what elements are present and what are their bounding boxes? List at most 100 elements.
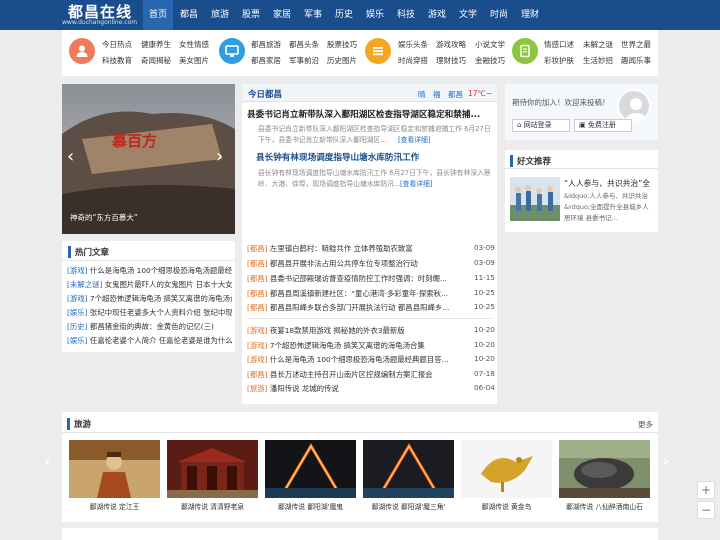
news-date: 03-09 [474,243,495,252]
minus-icon[interactable]: − [697,501,715,519]
news-date: 10-25 [474,302,495,311]
cat-link[interactable]: 游戏攻略 [436,39,466,50]
list-item[interactable]: [游戏] 7个超恐怖逻辑海龟汤 搞笑又离谱的海龟汤合 [67,293,232,304]
cat-link[interactable]: 趣闻乐事 [621,55,651,66]
slider-next-icon[interactable]: › [216,146,223,167]
headline-1[interactable]: 县委书记肖立新带队深入鄱阳湖区检查指导湖区稳定和禁捕... [247,108,493,120]
plus-icon[interactable]: + [697,481,715,499]
travel-caption[interactable]: 鄱湖传说 定江王 [69,501,160,511]
news-date: 10-25 [474,288,495,297]
cat-link[interactable]: 小说文学 [475,39,505,50]
cat-link[interactable]: 科技教育 [102,55,132,66]
travel-prev-icon[interactable]: ‹ [44,451,51,472]
cat-link[interactable]: 理财技巧 [436,55,466,66]
cat-link[interactable]: 彩妆护肤 [544,55,574,66]
nav-literature[interactable]: 文学 [454,0,482,30]
news-item[interactable]: [游戏] 夜宴18款禁用游戏 揭秘她的外衣3最新版 [247,325,467,336]
cat-link[interactable]: 世界之最 [621,39,651,50]
nav-home[interactable]: 首页 [143,0,173,30]
nav-entertainment[interactable]: 娱乐 [361,0,389,30]
recommend-thumb[interactable] [510,177,560,221]
news-item[interactable]: [游戏] 什么是海龟汤 100个细思极恐海龟汤题最经典题目答... [247,354,467,365]
summary-2: 县长钟有林现场调度指导山塘水库防汛工作 6月27日下午，县长钟有林深入蔡岭、大港… [258,169,491,188]
news-item[interactable]: [都昌] 都昌县阳峰乡联合多部门开展执法行动 都昌县阳峰乡... [247,302,467,313]
cat-link[interactable]: 生活妙招 [583,55,613,66]
nav-tech[interactable]: 科技 [392,0,420,30]
travel-caption[interactable]: 鄱湖传说 鄱阳湖'魔三角' [363,501,454,511]
weather-city: 都昌 [448,90,463,99]
travel-thumb-6[interactable] [559,440,650,498]
travel-thumb-3[interactable] [265,440,356,498]
news-item[interactable]: [都昌] 左里镇白鹤村：鲢鲶共作 立体养殖助农致富 [247,243,467,254]
cat-link[interactable]: 今日热点 [102,39,132,50]
person-icon [69,38,95,64]
travel-caption[interactable]: 鄱湖传说 八仙醉酒南山石 [559,501,650,511]
news-date: 10-20 [474,340,495,349]
list-icon [365,38,391,64]
cat-link[interactable]: 军事前沿 [289,55,319,66]
nav-travel[interactable]: 旅游 [206,0,234,30]
nav-fashion[interactable]: 时尚 [485,0,513,30]
more-link-1[interactable]: [查看详细] [398,135,431,146]
more-link-2[interactable]: [查看详细] [400,179,433,190]
nav-home-deco[interactable]: 家居 [268,0,296,30]
cat-link[interactable]: 情感口述 [544,39,574,50]
recommend-title: 好文推荐 [510,155,551,167]
recommend-text: &ldquo;人人参与、共识共治&rdquo;全面提升全县城乡人居环境 县委书记… [564,192,649,222]
cat-link[interactable]: 都昌头条 [289,39,319,50]
cat-link[interactable]: 健康养生 [141,39,171,50]
nav-stocks[interactable]: 股票 [237,0,265,30]
travel-thumb-4[interactable] [363,440,454,498]
site-logo[interactable]: 都昌在线 www.duchangonline.com [62,0,142,30]
news-item[interactable]: [都昌] 县长万述动主持召开山南片区控规编制方案汇报会 [247,369,467,380]
news-date: 06-04 [474,383,495,392]
news-item[interactable]: [游戏] 7个超恐怖逻辑海龟汤 搞笑又离谱的海龟汤合集 [247,340,467,351]
cat-link[interactable]: 都昌家居 [251,55,281,66]
travel-caption[interactable]: 鄱湖传说 黄金鸟 [461,501,552,511]
nav-history[interactable]: 历史 [330,0,358,30]
list-item[interactable]: [游戏] 什么是海龟汤 100个细思极恐海龟汤题最经典 [67,265,232,276]
list-item[interactable]: [娱乐] 张纪中现任老婆多大个人资料介绍 张纪中现 [67,307,232,318]
travel-thumb-5[interactable] [461,440,552,498]
cat-link[interactable]: 历史图片 [327,55,357,66]
nav-duchang[interactable]: 都昌 [175,0,203,30]
register-button[interactable]: ▣ 免费注册 [574,119,632,132]
cat-link[interactable]: 股票技巧 [327,39,357,50]
news-item[interactable]: [都昌] 都昌县周溪镇新建社区：“童心港湾·多彩童年·探索秋... [247,288,467,299]
list-item[interactable]: [娱乐] 任嘉伦老婆个人简介 任嘉伦老婆是谁为什么 [67,335,232,346]
cat-link[interactable]: 美女图片 [179,55,209,66]
slider-prev-icon[interactable]: ‹ [67,146,74,167]
login-button[interactable]: ⌂ 网站登录 [512,119,570,132]
news-date: 07-18 [474,369,495,378]
list-item[interactable]: [历史] 都昌猪金街的典故：金黄色的记忆(三) [67,321,232,332]
nav-games[interactable]: 游戏 [423,0,451,30]
cat-link[interactable]: 都昌旅游 [251,39,281,50]
nav-finance[interactable]: 理财 [516,0,544,30]
cat-link[interactable]: 奇闻揭秘 [141,55,171,66]
news-item[interactable]: [都昌] 都昌县开展非法占用公共停车位专项整治行动 [247,258,467,269]
travel-more-link[interactable]: 更多 [638,419,653,430]
cat-link[interactable]: 娱乐头条 [398,39,428,50]
cat-link[interactable]: 金融技巧 [475,55,505,66]
travel-thumb-1[interactable] [69,440,160,498]
news-item[interactable]: [旅游] 潘阳传说 龙城的传说 [247,383,467,394]
divider [247,318,492,319]
hot-title: 热门文章 [68,246,109,258]
cat-link[interactable]: 时尚穿搭 [398,55,428,66]
travel-thumb-2[interactable] [167,440,258,498]
travel-caption[interactable]: 鄱湖传说 鄱阳湖'魔鬼 [265,501,356,511]
travel-next-icon[interactable]: › [662,451,669,472]
nav-military[interactable]: 军事 [299,0,327,30]
summary-1: 县委书记肖立新带队深入鄱阳湖区检查指导湖区稳定和禁捕退捕工作 6月27日下午，县… [258,125,491,144]
news-item[interactable]: [都昌] 县委书记邵殿瑞访督查疫情防控工作时强调：时刻绷... [247,273,467,284]
recommend-headline[interactable]: “人人参与、共识共治”全 [564,178,654,189]
site-url: www.duchangonline.com [62,19,138,26]
footer-panel [62,528,658,540]
avatar[interactable] [617,89,651,123]
list-item[interactable]: [未解之谜] 女鬼图片最吓人的女鬼图片 日本十大女 [67,279,232,290]
headline-2[interactable]: 县长钟有林现场调度指导山塘水库防汛工作 [256,151,419,163]
cat-link[interactable]: 女性情感 [179,39,209,50]
cat-link[interactable]: 未解之谜 [583,39,613,50]
travel-caption[interactable]: 鄱湖传说 清清野老泉 [167,501,258,511]
image-slider[interactable]: 慕百方 神奇的“东方百慕大” ‹ › [62,84,235,234]
